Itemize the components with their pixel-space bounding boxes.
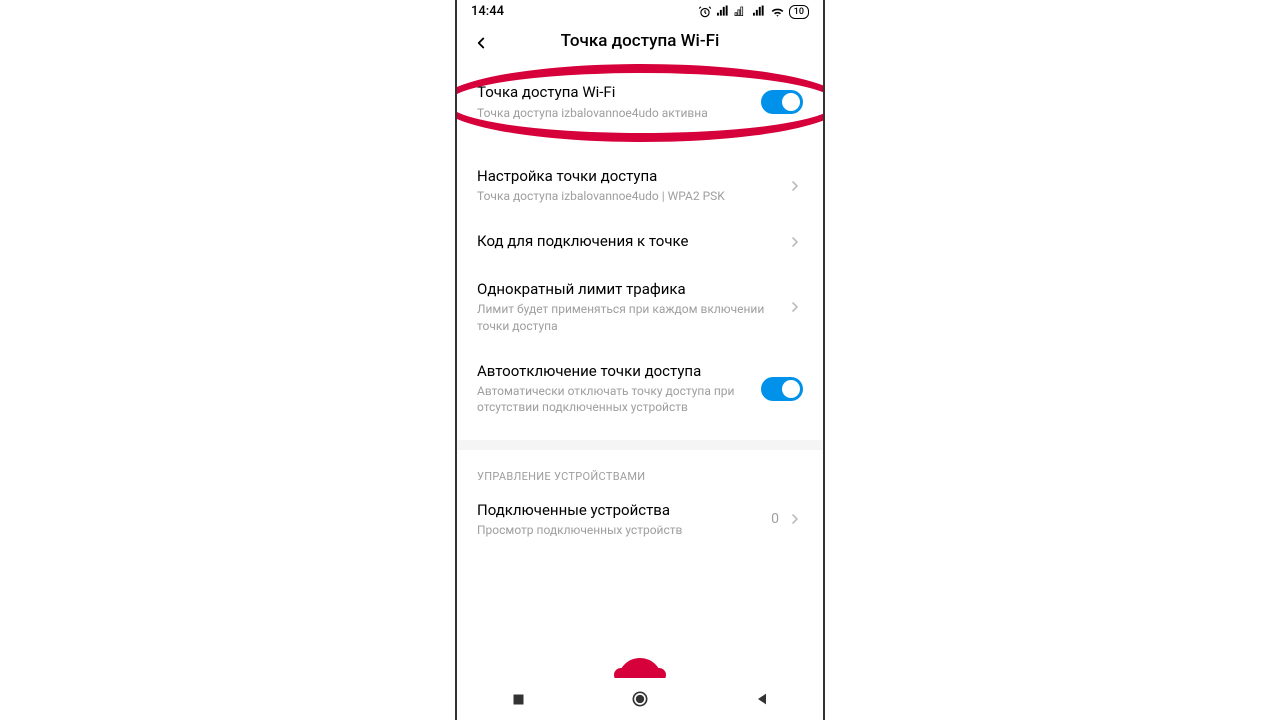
nav-back-button[interactable] [742, 679, 782, 719]
chevron-right-icon [787, 299, 803, 315]
chevron-right-icon [787, 511, 803, 527]
row-subtitle: Лимит будет применяться при каждом включ… [477, 301, 779, 333]
settings-list: Точка доступа Wi-Fi Точка доступа izbalo… [457, 69, 823, 552]
row-connection-code[interactable]: Код для подключения к точке [457, 218, 823, 266]
chevron-right-icon [787, 178, 803, 194]
row-subtitle: Автоматически отключать точку доступа пр… [477, 383, 753, 415]
row-traffic-limit[interactable]: Однократный лимит трафика Лимит будет пр… [457, 266, 823, 348]
wifi-icon [770, 5, 785, 19]
section-header-devices: УПРАВЛЕНИЕ УСТРОЙСТВАМИ [457, 450, 823, 487]
back-button[interactable] [469, 31, 493, 55]
row-subtitle: Точка доступа izbalovannoe4udo активна [477, 105, 753, 121]
connected-count: 0 [771, 511, 779, 527]
circle-icon [630, 689, 650, 709]
row-connected-devices[interactable]: Подключенные устройства Просмотр подключ… [457, 487, 823, 553]
page-title: Точка доступа Wi-Fi [561, 31, 720, 51]
row-title: Подключенные устройства [477, 501, 763, 521]
nav-recent-button[interactable] [498, 679, 538, 719]
signal2-icon [734, 5, 748, 19]
row-subtitle: Точка доступа izbalovannoe4udo | WPA2 PS… [477, 188, 779, 204]
row-title: Автоотключение точки доступа [477, 362, 753, 382]
phone-frame: 14:44 10 Точка доступа Wi-Fi Точка досту… [455, 0, 825, 720]
row-title: Точка доступа Wi-Fi [477, 83, 753, 103]
chevron-left-icon [472, 34, 490, 52]
triangle-left-icon [754, 691, 770, 707]
row-title: Однократный лимит трафика [477, 280, 779, 300]
hotspot-toggle[interactable] [761, 90, 803, 114]
row-title: Настройка точки доступа [477, 167, 779, 187]
row-auto-off[interactable]: Автоотключение точки доступа Автоматичес… [457, 348, 823, 430]
status-icons: 10 [698, 5, 809, 19]
signal3-icon [752, 5, 766, 19]
alarm-icon [698, 5, 712, 19]
status-time: 14:44 [471, 4, 504, 19]
row-hotspot-setup[interactable]: Настройка точки доступа Точка доступа iz… [457, 153, 823, 219]
status-bar: 14:44 10 [457, 0, 823, 21]
battery-icon: 10 [789, 5, 809, 19]
row-subtitle: Просмотр подключенных устройств [477, 522, 763, 538]
row-title: Код для подключения к точке [477, 232, 779, 252]
app-header: Точка доступа Wi-Fi [457, 21, 823, 69]
nav-home-button[interactable] [620, 679, 660, 719]
auto-off-toggle[interactable] [761, 377, 803, 401]
row-hotspot-toggle[interactable]: Точка доступа Wi-Fi Точка доступа izbalo… [457, 69, 823, 135]
section-separator [457, 440, 823, 450]
square-icon [511, 692, 526, 707]
chevron-right-icon [787, 234, 803, 250]
nav-bar [457, 678, 823, 720]
signal-icon [716, 5, 730, 19]
